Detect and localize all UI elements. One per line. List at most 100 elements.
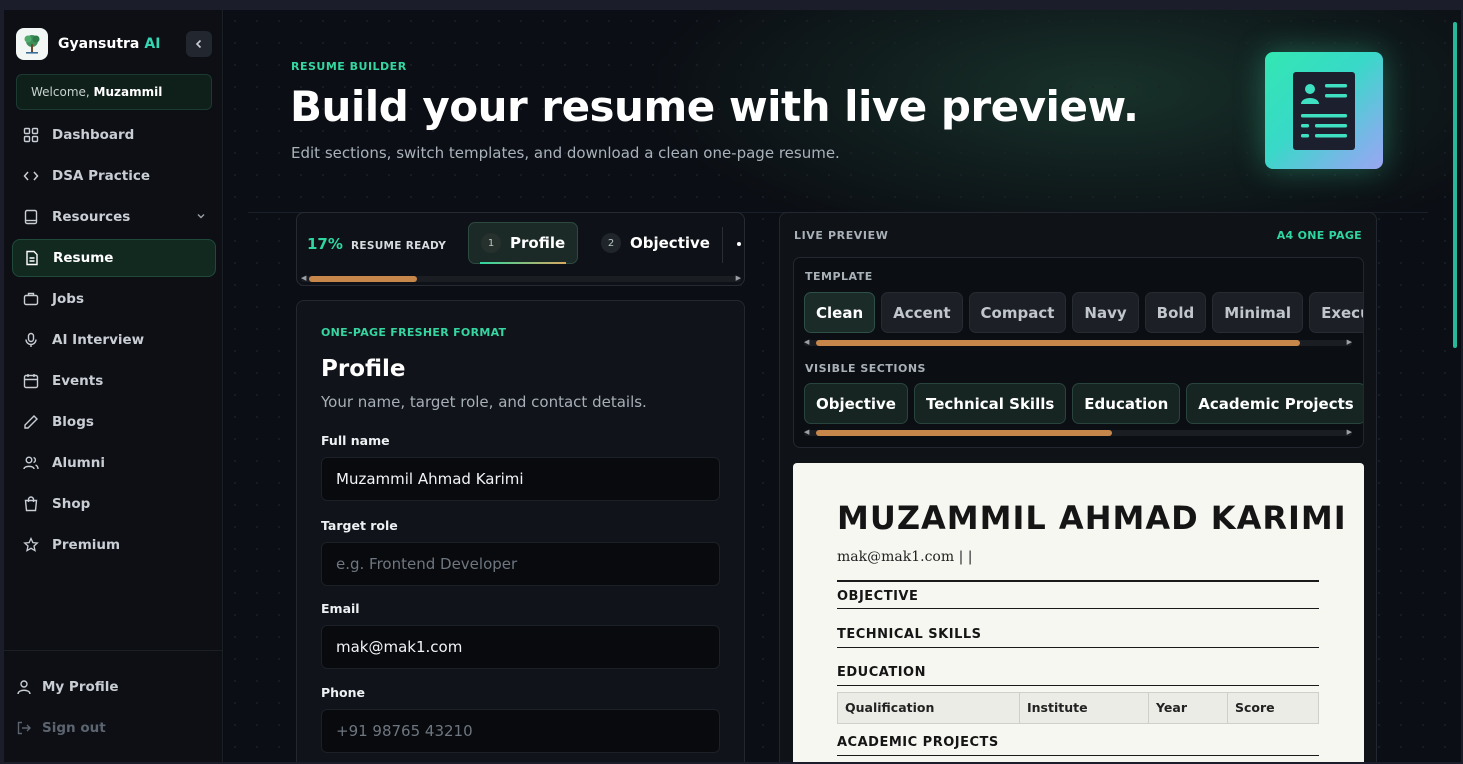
section-chip-education[interactable]: Education (1072, 383, 1181, 424)
chevron-down-icon (196, 209, 206, 225)
sidebar-item-dsa-practice[interactable]: DSA Practice (12, 157, 216, 195)
scroll-right-icon[interactable]: ▶ (1347, 338, 1352, 346)
step-profile[interactable]: 1 Profile (468, 222, 578, 264)
brand-name: Gyansutra (58, 36, 140, 52)
template-chip-list: Clean Accent Compact Navy Bold Minimal E… (804, 292, 1363, 333)
sidebar-item-blogs[interactable]: Blogs (12, 403, 216, 441)
progress-percent: 17% (307, 235, 343, 253)
page-scrollbar[interactable] (1451, 10, 1459, 762)
calendar-icon (22, 372, 40, 390)
email-label: Email (321, 601, 360, 616)
sidebar-item-label: Blogs (52, 414, 94, 430)
sign-out-label: Sign out (42, 720, 106, 736)
template-chip-clean[interactable]: Clean (804, 292, 876, 333)
full-name-label: Full name (321, 433, 390, 448)
hero-eyebrow: RESUME BUILDER (291, 60, 407, 73)
sign-out-icon (16, 720, 32, 736)
sidebar-item-ai-interview[interactable]: AI Interview (12, 321, 216, 359)
template-chip-navy[interactable]: Navy (1072, 292, 1139, 333)
column-year: Year (1149, 693, 1228, 723)
chevron-left-icon (195, 39, 202, 49)
sidebar-item-label: Resume (53, 250, 114, 266)
sections-scrollbar[interactable]: ◀ ▶ (804, 428, 1352, 436)
sidebar-item-jobs[interactable]: Jobs (12, 280, 216, 318)
template-chip-executive[interactable]: Executive (1309, 292, 1363, 333)
my-profile-label: My Profile (42, 679, 119, 695)
section-chip-objective[interactable]: Objective (804, 383, 908, 424)
phone-input[interactable]: +91 98765 43210 (321, 709, 720, 753)
column-score: Score (1235, 700, 1275, 715)
live-preview-panel: LIVE PREVIEW A4 ONE PAGE TEMPLATE Clean … (779, 212, 1377, 762)
star-icon (22, 536, 40, 554)
resume-heading-skills: TECHNICAL SKILLS (837, 627, 982, 642)
step-number: 2 (601, 233, 621, 253)
user-icon (16, 679, 32, 695)
resume-heading-education: EDUCATION (837, 665, 926, 680)
code-icon (22, 167, 40, 185)
template-options-card: TEMPLATE Clean Accent Compact Navy Bold … (793, 257, 1364, 448)
step-label: Objective (630, 234, 710, 252)
microphone-icon (22, 331, 40, 349)
scroll-right-icon[interactable]: ▶ (1347, 428, 1352, 436)
template-scrollbar[interactable]: ◀ ▶ (804, 338, 1352, 346)
template-chip-minimal[interactable]: Minimal (1212, 292, 1304, 333)
phone-label: Phone (321, 685, 366, 700)
column-qualification: Qualification (838, 693, 1020, 723)
brand-suffix: AI (144, 36, 161, 52)
scroll-left-icon[interactable]: ◀ (301, 274, 306, 282)
section-chip-list: Objective Technical Skills Education Aca… (804, 383, 1363, 424)
profile-form-card: ONE-PAGE FRESHER FORMAT Profile Your nam… (296, 300, 745, 762)
briefcase-icon (22, 290, 40, 308)
sidebar-item-resources[interactable]: Resources (12, 198, 216, 236)
progress-label: RESUME READY (351, 240, 447, 252)
my-profile-link[interactable]: My Profile (16, 679, 119, 695)
sidebar-item-label: Shop (52, 496, 91, 512)
resume-name: MUZAMMIL AHMAD KARIMI (837, 499, 1347, 537)
sidebar-item-resume[interactable]: Resume (12, 239, 216, 277)
book-icon (22, 208, 40, 226)
steps-scrollbar[interactable]: ◀ ▶ (301, 274, 741, 282)
welcome-badge: Welcome, Muzammil (16, 74, 212, 110)
collapse-sidebar-button[interactable] (186, 31, 212, 57)
template-label: TEMPLATE (805, 270, 873, 283)
sidebar-item-label: Resources (52, 209, 131, 225)
target-role-input[interactable]: e.g. Frontend Developer (321, 542, 720, 586)
sidebar-item-label: Alumni (52, 455, 105, 471)
step-objective[interactable]: 2 Objective (597, 222, 719, 264)
sign-out-button[interactable]: Sign out (16, 720, 106, 736)
scroll-left-icon[interactable]: ◀ (804, 338, 809, 346)
sidebar-item-label: Jobs (52, 291, 84, 307)
sidebar-item-alumni[interactable]: Alumni (12, 444, 216, 482)
shopping-bag-icon (22, 495, 40, 513)
sidebar-item-dashboard[interactable]: Dashboard (12, 116, 216, 154)
visible-sections-label: VISIBLE SECTIONS (805, 362, 926, 375)
dashboard-icon (22, 126, 40, 144)
scroll-right-icon[interactable]: ▶ (736, 274, 741, 282)
email-input[interactable]: mak@mak1.com (321, 625, 720, 669)
sidebar-item-premium[interactable]: Premium (12, 526, 216, 564)
welcome-user: Muzammil (93, 85, 163, 99)
sidebar-item-shop[interactable]: Shop (12, 485, 216, 523)
section-chip-academic-projects[interactable]: Academic Projects (1186, 383, 1363, 424)
template-chip-accent[interactable]: Accent (881, 292, 963, 333)
sidebar-item-label: DSA Practice (52, 168, 150, 184)
section-chip-technical-skills[interactable]: Technical Skills (913, 383, 1067, 424)
more-steps-indicator (737, 242, 741, 246)
page-format-badge: A4 ONE PAGE (1276, 229, 1362, 242)
welcome-prefix: Welcome, (31, 85, 90, 99)
brand[interactable]: Gyansutra AI (16, 28, 160, 60)
resume-illustration-icon (1265, 52, 1383, 169)
sidebar-item-events[interactable]: Events (12, 362, 216, 400)
template-chip-bold[interactable]: Bold (1144, 292, 1207, 333)
page-subtitle: Edit sections, switch templates, and dow… (291, 144, 840, 162)
sidebar-item-label: Dashboard (52, 127, 135, 143)
resume-progress-card: 17% RESUME READY 1 Profile 2 Objective ◀… (296, 212, 745, 286)
live-preview-label: LIVE PREVIEW (794, 229, 889, 242)
target-role-label: Target role (321, 518, 398, 533)
form-eyebrow: ONE-PAGE FRESHER FORMAT (321, 326, 507, 339)
document-icon (23, 249, 41, 267)
full-name-input[interactable]: Muzammil Ahmad Karimi (321, 457, 720, 501)
template-chip-compact[interactable]: Compact (968, 292, 1067, 333)
sidebar-item-label: AI Interview (52, 332, 145, 348)
scroll-left-icon[interactable]: ◀ (804, 428, 809, 436)
